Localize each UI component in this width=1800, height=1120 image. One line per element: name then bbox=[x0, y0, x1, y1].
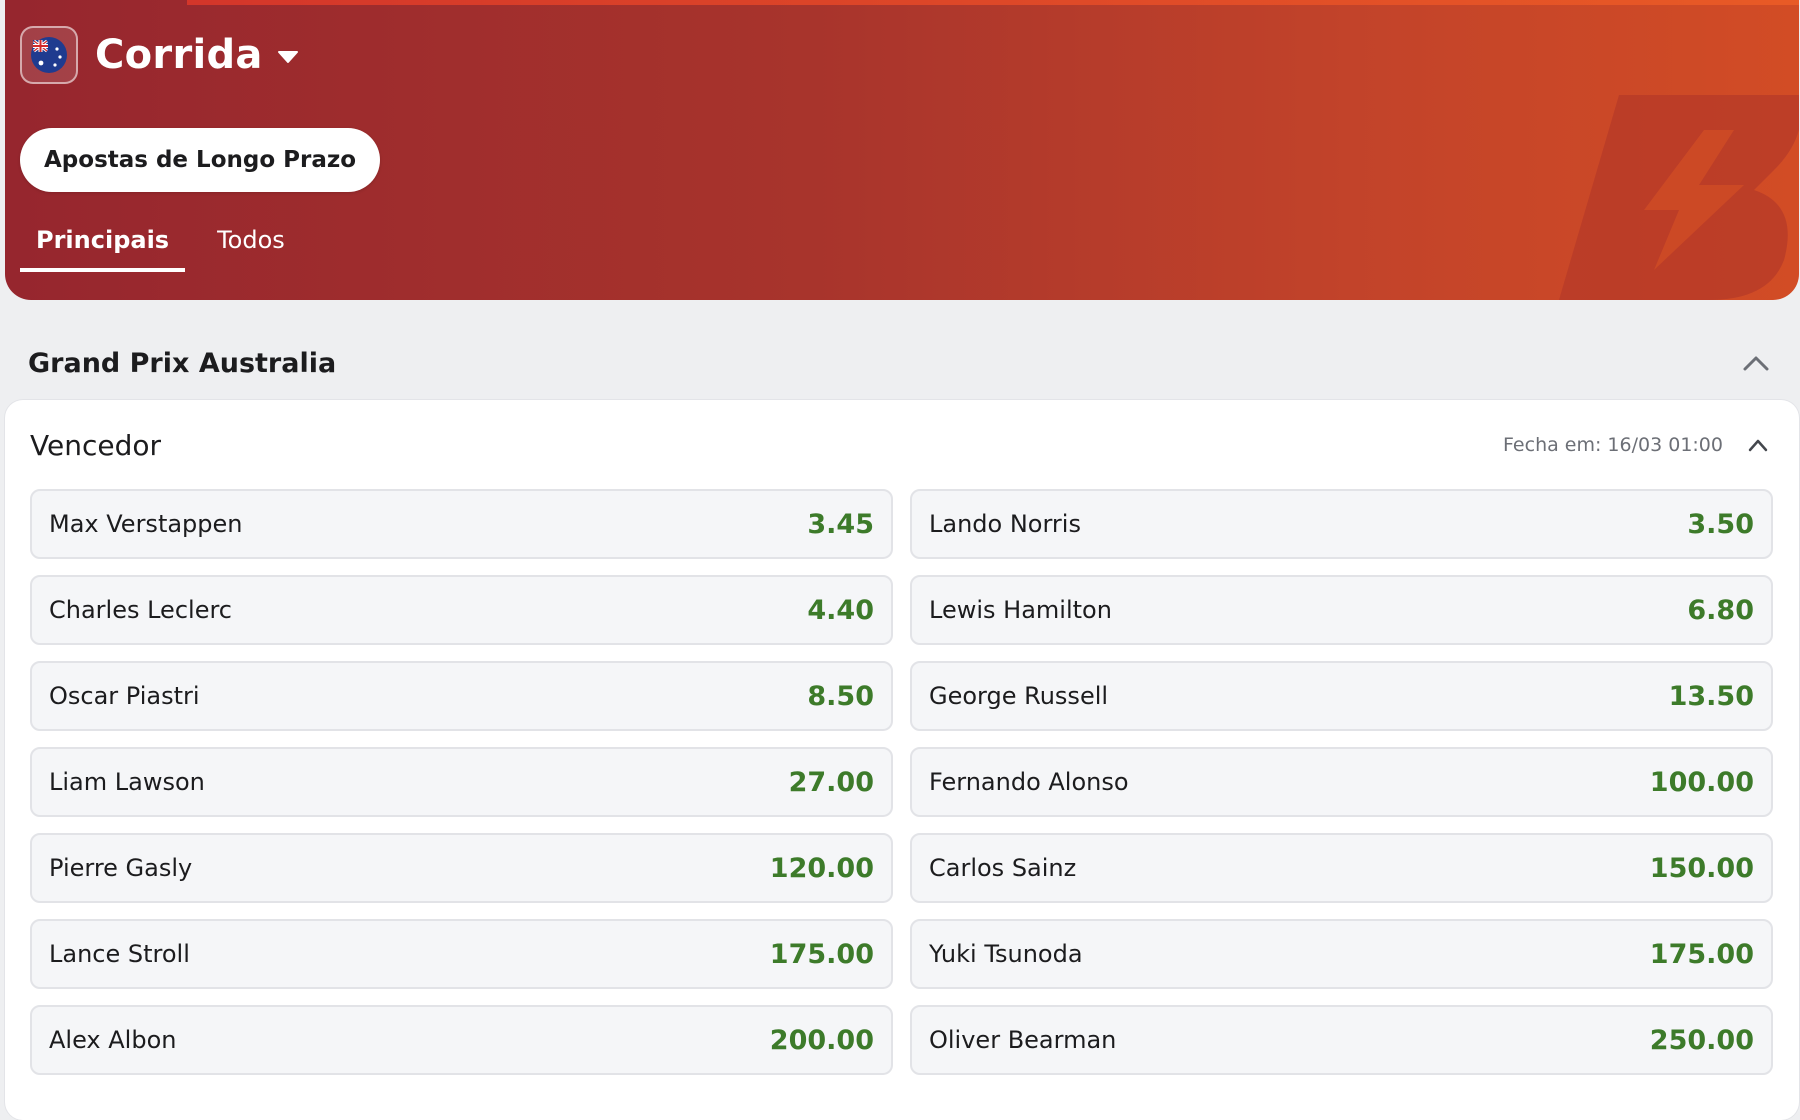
selection-name: Lando Norris bbox=[929, 510, 1081, 538]
odds-button[interactable]: Charles Leclerc 4.40 bbox=[30, 575, 893, 645]
odds-value: 27.00 bbox=[788, 766, 874, 798]
selection-name: Lance Stroll bbox=[49, 940, 190, 968]
event-title: Grand Prix Australia bbox=[28, 347, 337, 379]
selection-name: Oliver Bearman bbox=[929, 1026, 1117, 1054]
selection-name: Oscar Piastri bbox=[49, 682, 200, 710]
odds-value: 150.00 bbox=[1649, 852, 1754, 884]
odds-button[interactable]: Lando Norris 3.50 bbox=[910, 489, 1773, 559]
market-tabs: Principais Todos bbox=[20, 222, 317, 272]
tab-principais[interactable]: Principais bbox=[20, 222, 186, 272]
odds-value: 6.80 bbox=[1687, 594, 1754, 626]
odds-button[interactable]: Alex Albon 200.00 bbox=[30, 1005, 893, 1075]
title-row: Corrida bbox=[20, 26, 299, 84]
market-card: Vencedor Fecha em: 16/03 01:00 Max Verst… bbox=[5, 400, 1799, 1120]
market-title: Vencedor bbox=[30, 428, 161, 462]
odds-button[interactable]: Carlos Sainz 150.00 bbox=[910, 833, 1773, 903]
odds-button[interactable]: Liam Lawson 27.00 bbox=[30, 747, 893, 817]
odds-button[interactable]: Lance Stroll 175.00 bbox=[30, 919, 893, 989]
caret-down-icon[interactable] bbox=[277, 50, 299, 64]
market-meta: Fecha em: 16/03 01:00 bbox=[1503, 434, 1769, 456]
selection-name: Max Verstappen bbox=[49, 510, 243, 538]
odds-button[interactable]: Oscar Piastri 8.50 bbox=[30, 661, 893, 731]
sport-header: Corrida Apostas de Longo Prazo Principai… bbox=[5, 0, 1799, 300]
odds-value: 8.50 bbox=[807, 680, 874, 712]
chevron-up-icon[interactable] bbox=[1747, 438, 1769, 452]
odds-value: 3.45 bbox=[807, 508, 874, 540]
event-section-header[interactable]: Grand Prix Australia bbox=[0, 340, 1800, 386]
selection-name: Fernando Alonso bbox=[929, 768, 1129, 796]
odds-value: 250.00 bbox=[1649, 1024, 1754, 1056]
odds-value: 175.00 bbox=[769, 938, 874, 970]
odds-button[interactable]: Lewis Hamilton 6.80 bbox=[910, 575, 1773, 645]
odds-value: 175.00 bbox=[1649, 938, 1754, 970]
market-header[interactable]: Vencedor Fecha em: 16/03 01:00 bbox=[5, 400, 1799, 490]
selection-name: George Russell bbox=[929, 682, 1109, 710]
selection-name: Alex Albon bbox=[49, 1026, 177, 1054]
market-close-time: Fecha em: 16/03 01:00 bbox=[1503, 434, 1723, 456]
chevron-up-icon[interactable] bbox=[1742, 354, 1770, 372]
selection-name: Pierre Gasly bbox=[49, 854, 193, 882]
odds-value: 120.00 bbox=[769, 852, 874, 884]
selection-name: Carlos Sainz bbox=[929, 854, 1077, 882]
page-title: Corrida bbox=[95, 32, 263, 78]
odds-button[interactable]: Max Verstappen 3.45 bbox=[30, 489, 893, 559]
header-accent-strip bbox=[187, 0, 1799, 5]
odds-button[interactable]: Yuki Tsunoda 175.00 bbox=[910, 919, 1773, 989]
odds-value: 4.40 bbox=[807, 594, 874, 626]
odds-button[interactable]: Pierre Gasly 120.00 bbox=[30, 833, 893, 903]
odds-value: 200.00 bbox=[769, 1024, 874, 1056]
tab-todos[interactable]: Todos bbox=[201, 222, 301, 272]
selection-name: Charles Leclerc bbox=[49, 596, 232, 624]
odds-button[interactable]: George Russell 13.50 bbox=[910, 661, 1773, 731]
odds-button[interactable]: Fernando Alonso 100.00 bbox=[910, 747, 1773, 817]
long-term-bets-button[interactable]: Apostas de Longo Prazo bbox=[20, 128, 381, 192]
selection-name: Yuki Tsunoda bbox=[929, 940, 1083, 968]
odds-value: 100.00 bbox=[1649, 766, 1754, 798]
brand-logo-watermark bbox=[1559, 95, 1799, 300]
odds-button[interactable]: Oliver Bearman 250.00 bbox=[910, 1005, 1773, 1075]
selections-grid: Max Verstappen 3.45 Lando Norris 3.50 Char… bbox=[30, 489, 1780, 1075]
selection-name: Liam Lawson bbox=[49, 768, 205, 796]
selection-name: Lewis Hamilton bbox=[929, 596, 1112, 624]
odds-value: 3.50 bbox=[1687, 508, 1754, 540]
odds-value: 13.50 bbox=[1668, 680, 1754, 712]
australia-flag-icon bbox=[20, 26, 78, 84]
